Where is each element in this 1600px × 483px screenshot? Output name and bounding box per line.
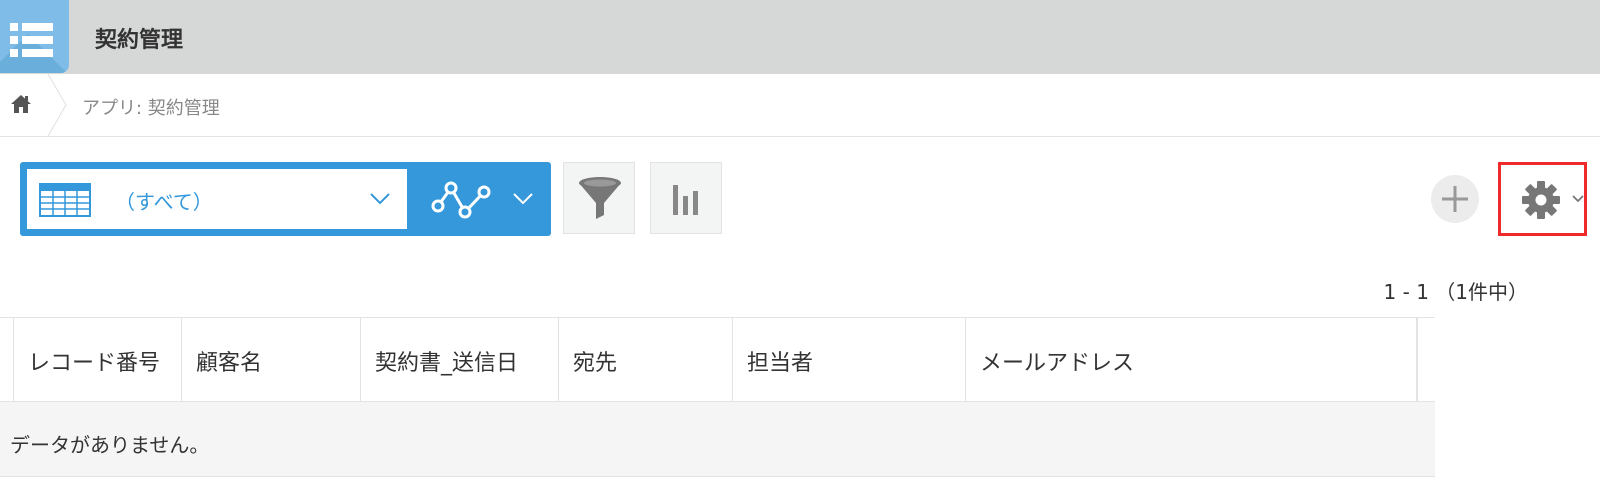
chevron-down-icon (370, 193, 390, 205)
view-select[interactable]: （すべて） (27, 169, 407, 229)
graph-button[interactable] (417, 162, 551, 236)
chevron-down-icon (1572, 195, 1584, 203)
pagination-info: 1 - 1 （1件中） (1383, 280, 1528, 304)
view-toolbar: （すべて） (20, 162, 551, 236)
empty-message: データがありません。 (0, 402, 1435, 477)
app-title: 契約管理 (95, 28, 184, 53)
column-spacer (1417, 318, 1436, 401)
column-header[interactable]: 顧客名 (181, 318, 360, 401)
add-record-button[interactable] (1431, 175, 1479, 223)
app-list-icon[interactable] (0, 0, 69, 73)
records-table: レコード番号 顧客名 契約書_送信日 宛先 担当者 メールアドレス データがあり… (0, 317, 1435, 477)
column-header[interactable]: メールアドレス (965, 318, 1417, 401)
column-header[interactable]: 担当者 (732, 318, 965, 401)
chart-button[interactable] (650, 162, 722, 234)
column-header[interactable]: 契約書_送信日 (360, 318, 558, 401)
column-header[interactable]: レコード番号 (13, 318, 181, 401)
view-select-label: （すべて） (115, 190, 213, 214)
home-icon (11, 95, 31, 113)
filter-icon (579, 177, 621, 219)
filter-button[interactable] (563, 162, 635, 234)
gear-icon (1522, 181, 1560, 219)
home-button[interactable] (0, 74, 52, 136)
breadcrumb-separator-icon (47, 74, 67, 136)
plus-icon (1442, 186, 1468, 212)
breadcrumb: アプリ: 契約管理 (0, 74, 1600, 137)
graph-icon (431, 181, 491, 219)
table-view-icon (39, 183, 91, 217)
app-header: 契約管理 (0, 0, 1600, 74)
breadcrumb-current[interactable]: アプリ: 契約管理 (82, 94, 220, 120)
settings-button[interactable] (1498, 162, 1587, 236)
table-header: レコード番号 顧客名 契約書_送信日 宛先 担当者 メールアドレス (0, 317, 1435, 402)
column-header[interactable]: 宛先 (558, 318, 732, 401)
chevron-down-icon (513, 193, 533, 205)
bar-chart-icon (673, 185, 698, 215)
